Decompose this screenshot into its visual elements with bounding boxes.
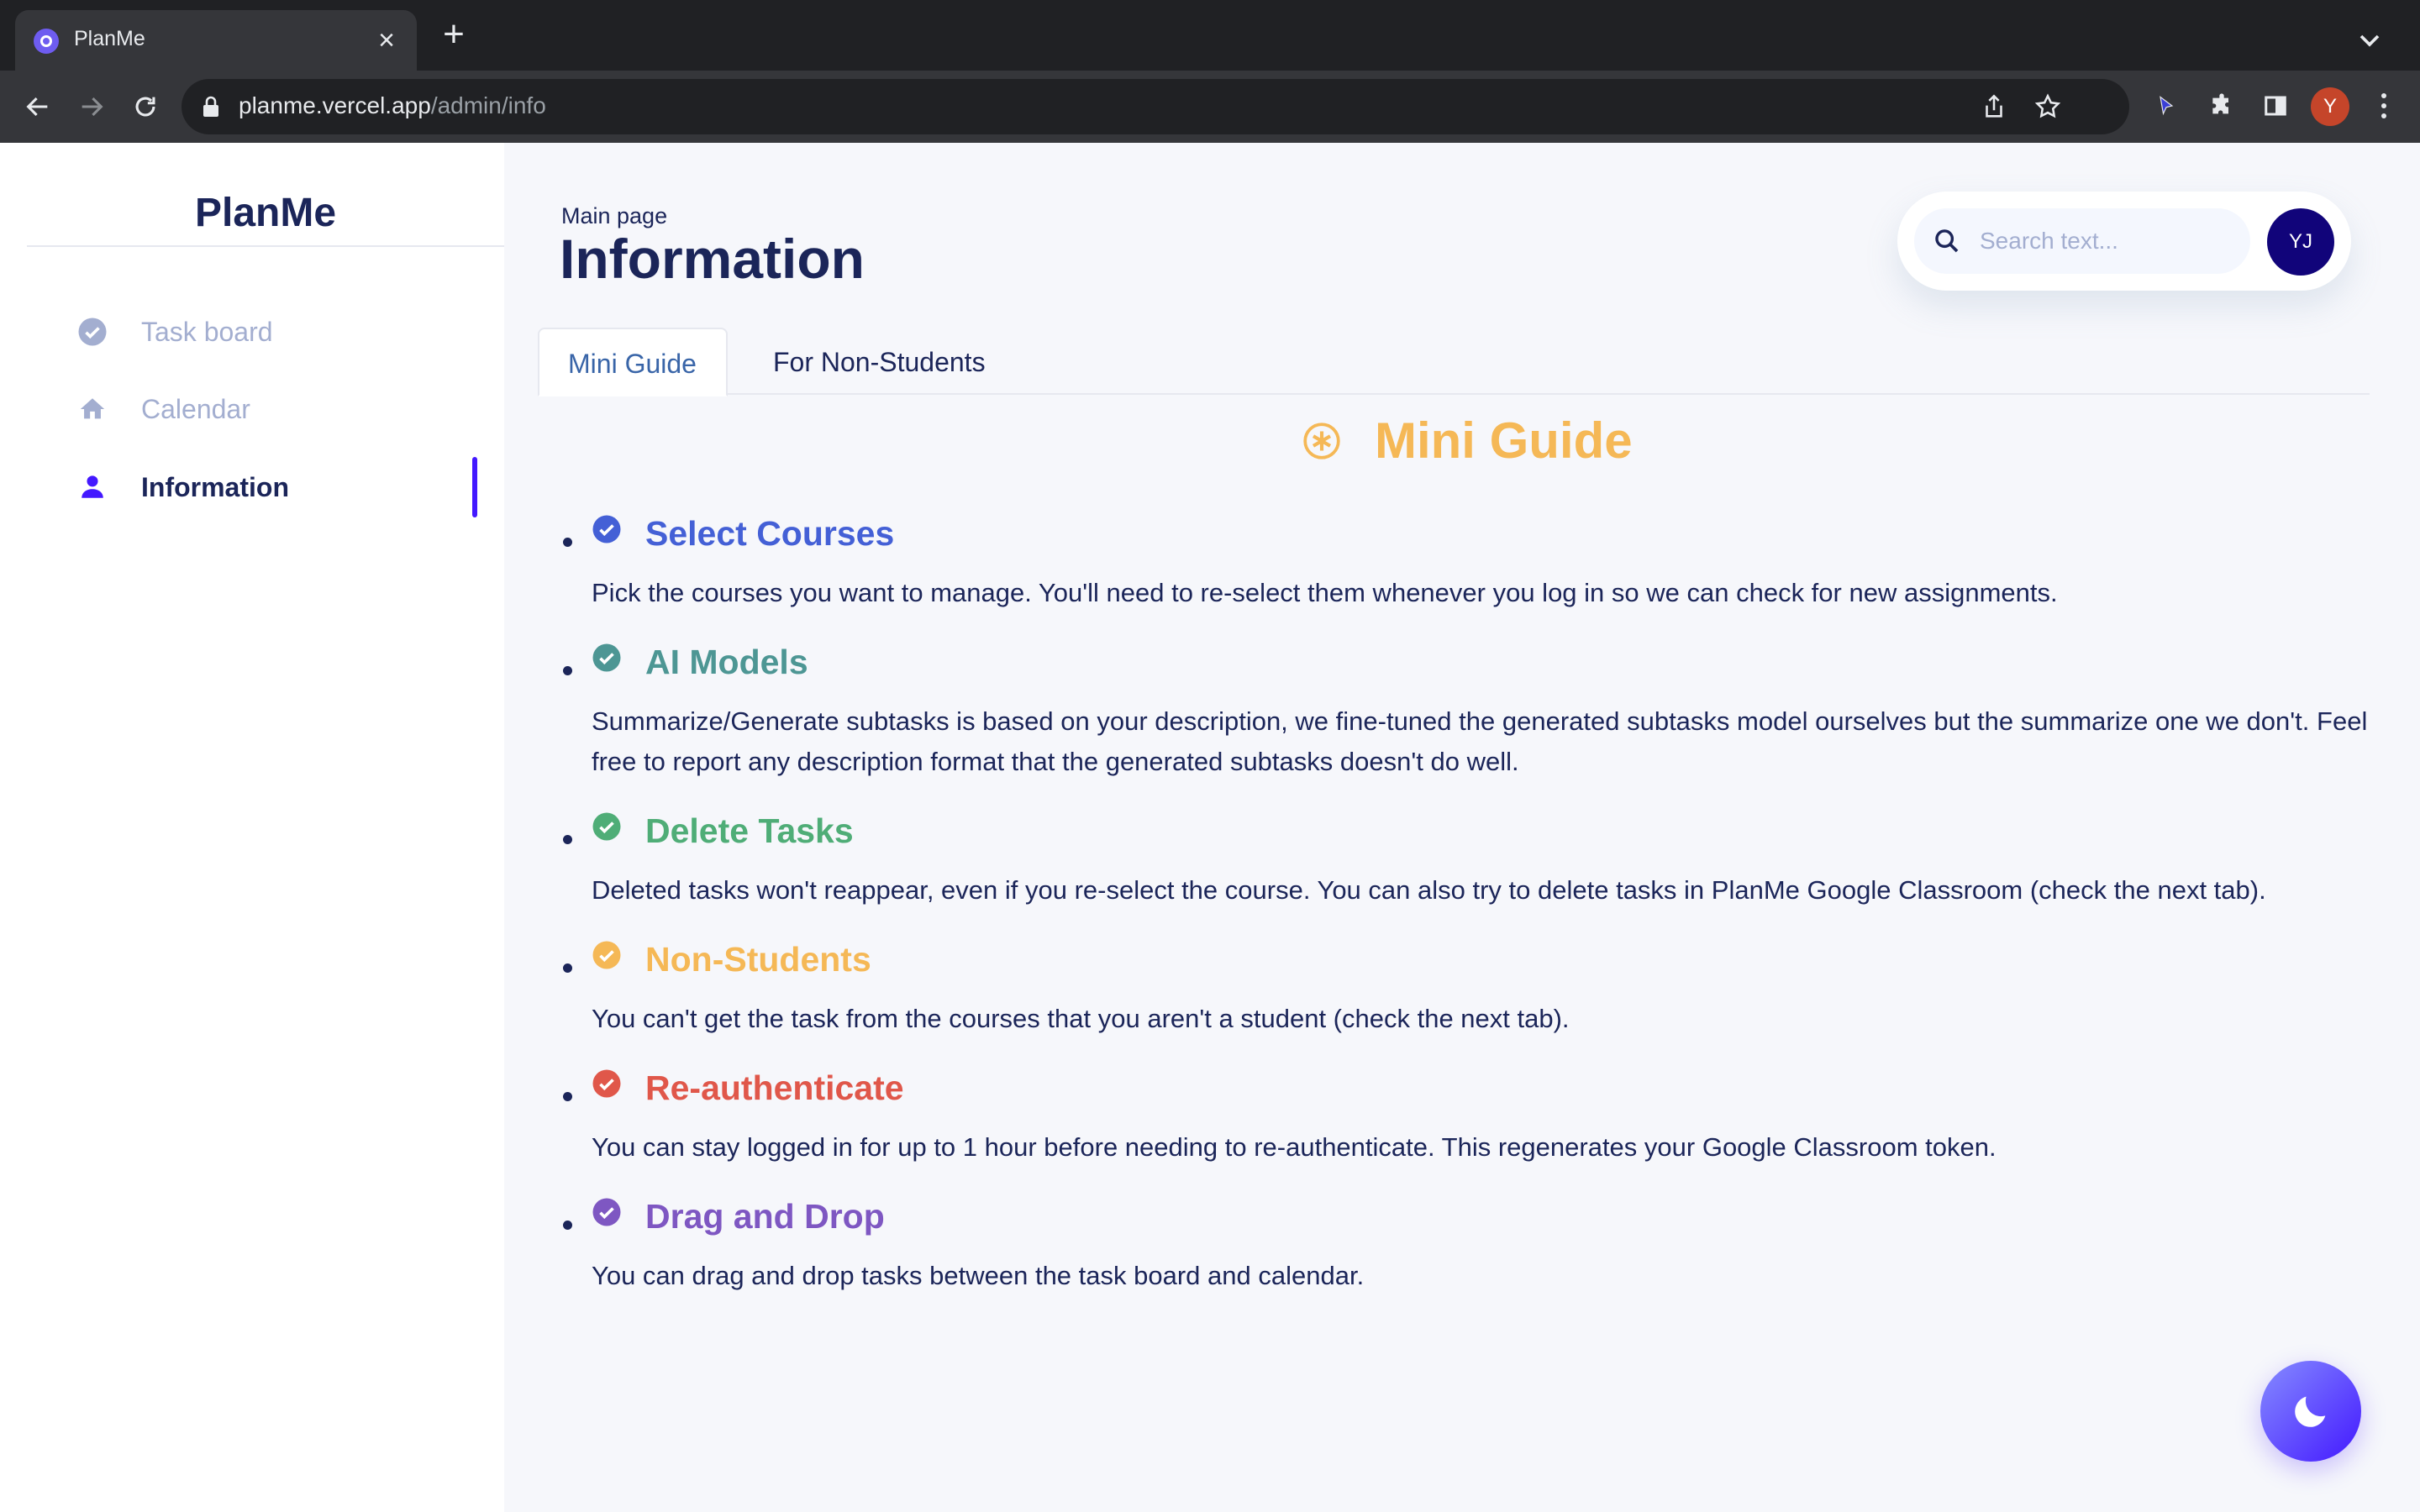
guide-item-title: Select Courses (645, 514, 895, 553)
url-host: planme.vercel.app (239, 92, 431, 118)
sidebar-item-label: Task board (141, 316, 273, 347)
check-circle-icon (592, 812, 621, 841)
chevron-down-icon[interactable] (2353, 24, 2386, 57)
url-text: planme.vercel.app/admin/info (239, 92, 546, 119)
sidebar-item-label: Information (141, 471, 289, 502)
forward-icon[interactable] (72, 87, 111, 126)
active-indicator (472, 457, 477, 517)
check-circle-icon (592, 515, 621, 543)
guide-item-text: Summarize/Generate subtasks is based on … (592, 706, 2368, 776)
new-tab-icon[interactable]: + (437, 16, 471, 53)
profile-avatar[interactable]: Y (2311, 87, 2349, 126)
header-search-card: YJ (1897, 192, 2351, 291)
browser-tab-strip: PlanMe × + (0, 0, 2420, 71)
cursor-extension-icon[interactable] (2149, 89, 2183, 123)
search-icon (1935, 229, 1959, 253)
guide-item-title: Drag and Drop (645, 1197, 885, 1236)
url-path: /admin/info (430, 92, 546, 118)
sidebar-item-information[interactable]: Information (77, 462, 481, 512)
guide-item-text: Deleted tasks won't reappear, even if yo… (592, 875, 2266, 905)
share-icon[interactable] (1980, 92, 2008, 121)
sidebar-item-calendar[interactable]: Calendar (77, 384, 481, 434)
address-bar[interactable]: planme.vercel.app/admin/info (182, 79, 2129, 134)
close-tab-icon[interactable]: × (370, 24, 403, 57)
sidebar: PlanMe Task board Calendar Information (0, 143, 504, 1512)
sidebar-item-label: Calendar (141, 393, 250, 424)
guide-heading: Mini Guide (1301, 412, 1633, 470)
check-circle-icon (592, 1198, 621, 1226)
avatar[interactable]: YJ (2267, 208, 2334, 276)
list-bullet (563, 666, 572, 675)
extensions-puzzle-icon[interactable] (2205, 89, 2238, 123)
list-bullet (563, 963, 572, 973)
breadcrumb[interactable]: Main page (561, 203, 667, 229)
tab-mini-guide[interactable]: Mini Guide (538, 328, 728, 396)
back-icon[interactable] (18, 87, 57, 126)
planme-favicon-icon (34, 29, 59, 54)
check-circle-icon (592, 941, 621, 969)
asterisk-badge-icon (1303, 422, 1340, 459)
browser-toolbar: planme.vercel.app/admin/info Y (0, 71, 2420, 143)
main-content: Main page Information YJ Mini Guide For … (504, 143, 2420, 1512)
home-icon (77, 394, 108, 424)
guide-item-title: Non-Students (645, 940, 871, 979)
side-panel-icon[interactable] (2259, 89, 2292, 123)
moon-icon (2295, 1396, 2326, 1427)
check-circle-icon (592, 1069, 621, 1098)
check-circle-icon (592, 643, 621, 672)
list-bullet (563, 538, 572, 547)
guide-item-text: You can't get the task from the courses … (592, 1004, 1570, 1033)
person-icon (77, 472, 108, 502)
guide-item-text: Pick the courses you want to manage. You… (592, 578, 2058, 607)
browser-tab-title: PlanMe (74, 27, 145, 50)
sidebar-item-task-board[interactable]: Task board (77, 307, 481, 357)
brand-logo[interactable]: PlanMe (27, 190, 504, 236)
guide-item-title: Re-authenticate (645, 1068, 904, 1107)
app-root: PlanMe Task board Calendar Information M… (0, 143, 2420, 1512)
page-title: Information (560, 228, 865, 290)
tab-for-non-students[interactable]: For Non-Students (744, 328, 1014, 396)
browser-tab[interactable]: PlanMe × (15, 10, 417, 71)
guide-item-text: You can stay logged in for up to 1 hour … (592, 1132, 1996, 1162)
reload-icon[interactable] (126, 87, 165, 126)
lock-icon (203, 96, 218, 117)
bookmark-star-icon[interactable] (2033, 92, 2062, 121)
guide-item-title: AI Models (645, 643, 808, 681)
info-tabs: Mini Guide For Non-Students (538, 328, 2370, 396)
search-input[interactable] (1980, 220, 2232, 262)
guide-item-title: Delete Tasks (645, 811, 854, 850)
guide-item-text: You can drag and drop tasks between the … (592, 1261, 1365, 1290)
list-bullet (563, 835, 572, 844)
list-bullet (563, 1221, 572, 1230)
more-menu-icon[interactable] (2371, 89, 2396, 123)
guide-title: Mini Guide (1375, 412, 1633, 469)
sidebar-divider (27, 245, 504, 247)
check-circle-icon (77, 317, 108, 347)
list-bullet (563, 1092, 572, 1101)
dark-mode-toggle[interactable] (2260, 1361, 2361, 1462)
search-field[interactable] (1914, 208, 2250, 274)
